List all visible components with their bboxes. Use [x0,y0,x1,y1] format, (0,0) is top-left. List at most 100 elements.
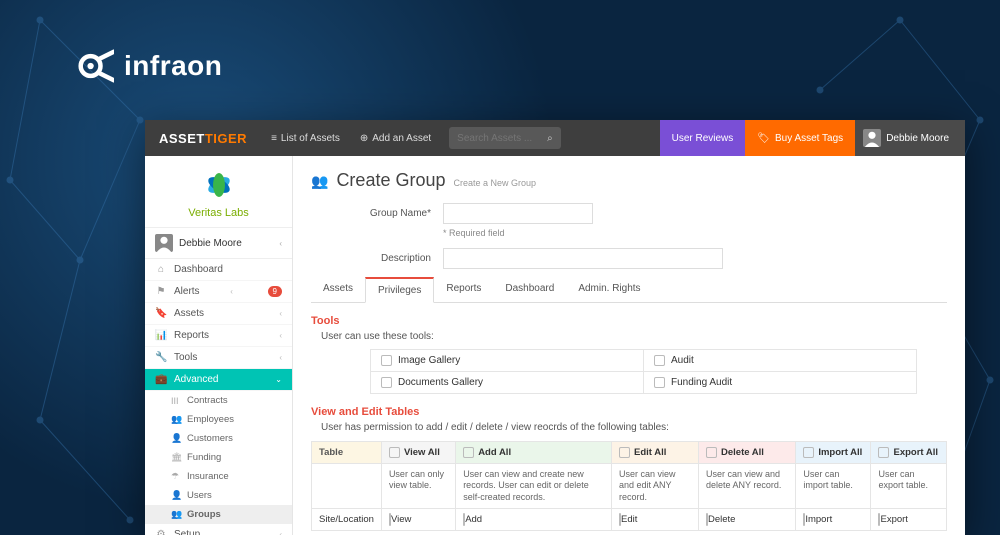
user-icon: 👤 [171,490,181,501]
required-note: * Required field [443,228,947,238]
user-icon: 👤 [171,433,181,444]
users-icon: 👥 [311,173,328,190]
th-edit-all[interactable]: Edit All [612,442,699,464]
tab-dashboard[interactable]: Dashboard [493,277,566,302]
wrench-icon: 🔧 [155,352,167,363]
sidebar: Veritas Labs Debbie Moore ‹ ⌂Dashboard ⚑… [145,156,293,535]
sidebar-item-alerts[interactable]: ⚑Alerts‹9 [145,281,292,303]
avatar-icon [155,234,173,252]
sidebar-sub-customers[interactable]: 👤Customers [145,429,292,448]
sidebar-sub-employees[interactable]: 👥Employees [145,410,292,429]
sidebar-item-advanced[interactable]: 💼Advanced⌄ [145,369,292,391]
main-content: 👥 Create Group Create a New Group Group … [293,156,965,535]
veritas-logo-icon [202,168,236,202]
table-row: Site/Location View Add Edit Delete Impor… [312,508,947,530]
tag-icon: 🔖 [155,308,167,319]
gear-icon: ⚙ [155,529,167,535]
tool-documents-gallery[interactable]: Documents Gallery [370,371,644,394]
checkbox[interactable] [654,377,665,388]
th-table: Table [312,442,382,464]
row-name: Site/Location [312,508,382,530]
tab-admin-rights[interactable]: Admin. Rights [566,277,652,302]
th-import-all[interactable]: Import All [796,442,871,464]
sidebar-user[interactable]: Debbie Moore ‹ [145,227,292,259]
checkbox[interactable] [706,447,717,458]
desc-add: User can view and create new records. Us… [456,464,612,509]
permissions-table: Table View All Add All Edit All Delete A… [311,441,947,531]
checkbox[interactable] [654,355,665,366]
cell-export[interactable]: Export [871,508,947,530]
sidebar-item-setup[interactable]: ⚙Setup‹ [145,524,292,535]
add-asset-link[interactable]: ⊕ Add an Asset [350,120,441,156]
app-logo[interactable]: ASSETTIGER [145,131,261,146]
sidebar-sub-users[interactable]: 👤Users [145,486,292,505]
chevron-left-icon: ‹ [279,309,282,318]
checkbox[interactable] [463,447,474,458]
page-title: Create Group [336,170,445,191]
umbrella-icon: ☂ [171,471,181,482]
home-icon: ⌂ [155,264,167,275]
th-delete-all[interactable]: Delete All [699,442,796,464]
list-assets-link[interactable]: ≡ List of Assets [261,120,350,156]
search-input[interactable] [457,133,547,144]
desc-view: User can only view table. [381,464,455,509]
checkbox[interactable] [803,447,814,458]
sidebar-sub-groups[interactable]: 👥Groups [145,505,292,524]
cell-view[interactable]: View [381,508,455,530]
checkbox[interactable] [381,355,392,366]
tool-image-gallery[interactable]: Image Gallery [370,349,644,372]
desc-export: User can export table. [871,464,947,509]
buy-asset-tags-button[interactable]: 🏷 Buy Asset Tags [745,120,855,156]
list-assets-label: List of Assets [281,133,340,144]
cell-import[interactable]: Import [796,508,871,530]
cell-add[interactable]: Add [456,508,612,530]
add-asset-label: Add an Asset [372,133,431,144]
tools-section-desc: User can use these tools: [311,331,947,342]
chart-icon: 📊 [155,330,167,341]
infraon-brand: infraon [78,48,222,84]
chevron-left-icon: ‹ [279,239,282,248]
th-add-all[interactable]: Add All [456,442,612,464]
tab-reports[interactable]: Reports [434,277,493,302]
company-logo[interactable]: Veritas Labs [145,156,292,227]
checkbox[interactable] [389,447,400,458]
th-export-all[interactable]: Export All [871,442,947,464]
sidebar-user-name: Debbie Moore [179,238,242,249]
user-reviews-button[interactable]: User Reviews [660,120,746,156]
current-user-menu[interactable]: Debbie Moore [855,120,965,156]
tool-audit[interactable]: Audit [643,349,917,372]
description-input[interactable] [443,248,723,269]
cell-edit[interactable]: Edit [612,508,699,530]
sidebar-item-tools[interactable]: 🔧Tools‹ [145,347,292,369]
infraon-logo-icon [78,48,114,84]
buy-tags-label: Buy Asset Tags [775,133,843,144]
sidebar-sub-insurance[interactable]: ☂Insurance [145,467,292,486]
tool-funding-audit[interactable]: Funding Audit [643,371,917,394]
search-box[interactable]: ⌕ [449,127,561,149]
tools-grid: Image Gallery Audit Documents Gallery Fu… [371,350,917,394]
sidebar-item-reports[interactable]: 📊Reports‹ [145,325,292,347]
th-view-all[interactable]: View All [381,442,455,464]
sidebar-sub-contracts[interactable]: IIIContracts [145,391,292,410]
alerts-badge: 9 [268,286,282,297]
tab-privileges[interactable]: Privileges [365,277,434,303]
chevron-left-icon: ‹ [279,331,282,340]
sidebar-sub-funding[interactable]: 🏛Funding [145,448,292,467]
checkbox[interactable] [619,447,630,458]
cell-delete[interactable]: Delete [699,508,796,530]
tools-section-title: Tools [311,315,947,327]
sidebar-item-assets[interactable]: 🔖Assets‹ [145,303,292,325]
sidebar-item-dashboard[interactable]: ⌂Dashboard [145,259,292,281]
chevron-left-icon: ‹ [279,530,282,535]
desc-import: User can import table. [796,464,871,509]
tab-assets[interactable]: Assets [311,277,365,302]
checkbox[interactable] [381,377,392,388]
plus-circle-icon: ⊕ [360,133,368,144]
group-name-label: Group Name* [311,208,431,219]
group-name-input[interactable] [443,203,593,224]
infraon-brand-text: infraon [124,50,222,82]
checkbox[interactable] [878,447,889,458]
view-edit-title: View and Edit Tables [311,406,947,418]
search-icon[interactable]: ⌕ [547,133,553,144]
list-icon: ≡ [271,133,277,144]
